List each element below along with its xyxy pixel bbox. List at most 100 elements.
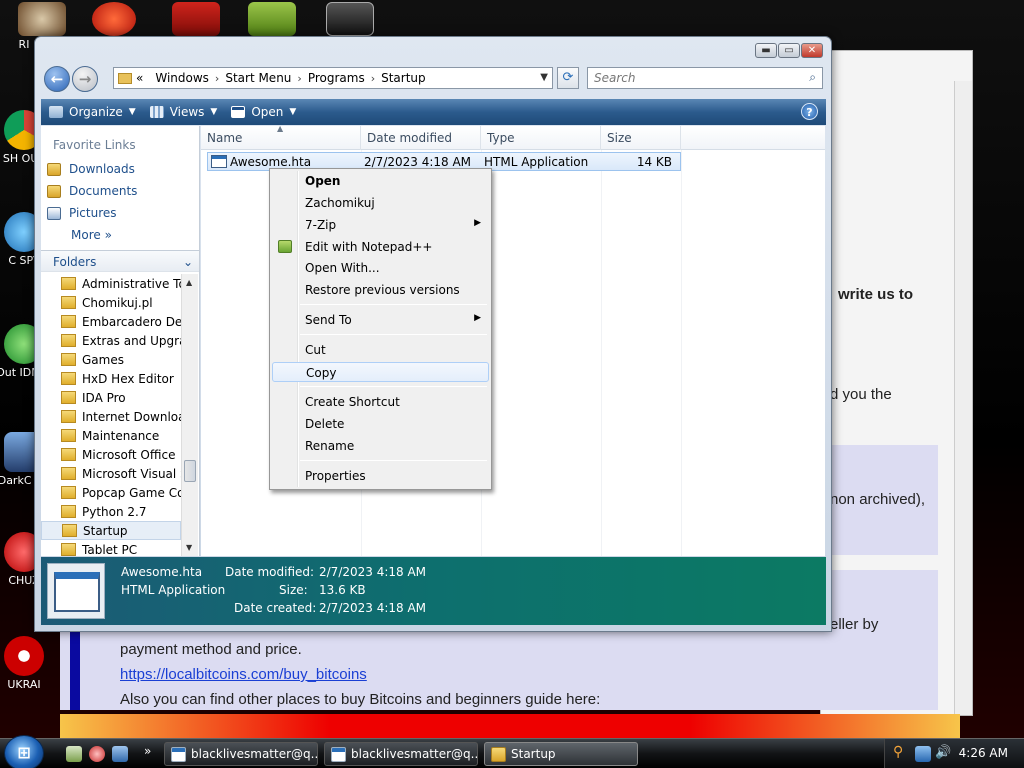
column-headers: ▲ Name Date modified Type Size	[201, 124, 825, 150]
minimize-button[interactable]: ▬	[755, 43, 777, 58]
tree-item-label: Python 2.7	[82, 504, 147, 519]
breadcrumb-item[interactable]: Start Menu	[225, 71, 291, 85]
forward-button[interactable]: →	[72, 66, 98, 92]
folder-tree-scrollbar[interactable]: ▲ ▼	[181, 274, 198, 556]
open-button[interactable]: Open ▼	[231, 105, 296, 119]
background-scrollbar[interactable]	[954, 81, 972, 715]
taskbar-task[interactable]: blacklivesmatter@q...	[164, 742, 318, 766]
menu-item-copy[interactable]: Copy	[272, 362, 489, 382]
tree-item[interactable]: HxD Hex Editor	[41, 369, 181, 388]
menu-item-label: Open	[305, 174, 341, 188]
favorite-link-label: Documents	[69, 184, 138, 198]
menu-item-open-with[interactable]: Open With...	[272, 258, 489, 278]
breadcrumb-separator: ›	[370, 71, 376, 85]
breadcrumb-item[interactable]: Programs	[308, 71, 365, 85]
details-size-label: Size:	[279, 583, 308, 597]
menu-item-zachomikuj[interactable]: Zachomikuj	[272, 193, 489, 213]
submenu-arrow-icon: ▶	[474, 313, 481, 323]
menu-item-delete[interactable]: Delete	[272, 414, 489, 434]
column-header-date[interactable]: Date modified	[361, 126, 481, 150]
tree-item[interactable]: IDA Pro	[41, 388, 181, 407]
favorite-link-pictures[interactable]: Pictures	[47, 206, 117, 220]
tree-item[interactable]: Microsoft Office	[41, 445, 181, 464]
search-input[interactable]: Search ⌕	[587, 67, 823, 89]
menu-item-open[interactable]: Open	[272, 171, 489, 191]
favorite-link-downloads[interactable]: Downloads	[47, 162, 135, 176]
tree-item[interactable]: Popcap Game Coll	[41, 483, 181, 502]
organize-button[interactable]: Organize ▼	[49, 105, 136, 119]
background-link[interactable]: https://localbitcoins.com/buy_bitcoins	[120, 666, 367, 683]
scroll-down-icon[interactable]: ▼	[186, 543, 192, 552]
menu-item-7zip[interactable]: 7-Zip ▶	[272, 215, 489, 235]
desktop-app-icon[interactable]	[92, 2, 136, 36]
tree-item[interactable]: Tablet PC	[41, 540, 181, 556]
scroll-thumb[interactable]	[184, 460, 196, 482]
tree-item-selected[interactable]: Startup	[41, 521, 181, 540]
menu-item-restore-versions[interactable]: Restore previous versions	[272, 280, 489, 300]
search-icon[interactable]: ⚲	[893, 744, 909, 760]
menu-item-edit-notepad[interactable]: Edit with Notepad++	[272, 237, 489, 257]
column-header-size[interactable]: Size	[601, 126, 681, 150]
desktop-app-icon[interactable]	[18, 2, 66, 36]
show-desktop-icon[interactable]	[112, 746, 128, 762]
background-text: write us to	[838, 286, 914, 303]
address-bar[interactable]: « Windows › Start Menu › Programs › Star…	[113, 67, 553, 89]
folders-header[interactable]: Folders ⌄	[41, 250, 199, 272]
scroll-up-icon[interactable]: ▲	[186, 278, 192, 287]
tree-item[interactable]: Administrative Too	[41, 274, 181, 293]
tree-item[interactable]: Chomikuj.pl	[41, 293, 181, 312]
tree-item[interactable]: Internet Download	[41, 407, 181, 426]
tree-item[interactable]: Extras and Upgrade	[41, 331, 181, 350]
close-button[interactable]: ✕	[801, 43, 823, 58]
desktop-app-icon[interactable]	[326, 2, 374, 36]
tree-item[interactable]: Games	[41, 350, 181, 369]
flash-icon[interactable]	[172, 2, 220, 36]
system-tray: ⚲ 🔊 4:26 AM	[884, 739, 1024, 768]
tree-item-label: Chomikuj.pl	[82, 295, 153, 310]
context-menu: Open Zachomikuj 7-Zip ▶ Edit with Notepad…	[269, 168, 492, 490]
desktop-shortcut[interactable]: UKRAI	[0, 636, 54, 691]
quick-launch-icon[interactable]	[89, 746, 105, 762]
column-header-name[interactable]: ▲ Name	[201, 124, 361, 150]
help-button[interactable]: ?	[801, 103, 818, 120]
breadcrumb-item[interactable]: Windows	[155, 71, 209, 85]
column-header-label: Name	[207, 131, 243, 145]
back-button[interactable]: ←	[44, 66, 70, 92]
network-icon[interactable]	[915, 746, 931, 762]
menu-item-properties[interactable]: Properties	[272, 466, 489, 486]
favorite-link-documents[interactable]: Documents	[47, 184, 137, 198]
hta-file-icon	[211, 155, 227, 168]
breadcrumb-item[interactable]: Startup	[381, 71, 426, 85]
chevron-down-icon[interactable]: ▼	[540, 72, 548, 83]
quick-launch-icon[interactable]	[66, 746, 82, 762]
menu-item-send-to[interactable]: Send To ▶	[272, 310, 489, 330]
taskbar-task[interactable]: blacklivesmatter@q...	[324, 742, 478, 766]
folder-tree: Administrative Too Chomikuj.pl Embarcade…	[41, 274, 181, 556]
volume-icon[interactable]: 🔊	[935, 745, 951, 761]
tree-item[interactable]: Python 2.7	[41, 502, 181, 521]
taskbar-task-active[interactable]: Startup	[484, 742, 638, 766]
tree-item[interactable]: Embarcadero Dev-	[41, 312, 181, 331]
folder-icon	[62, 524, 77, 537]
column-header-type[interactable]: Type	[481, 126, 601, 150]
start-button[interactable]: ⊞	[4, 735, 44, 768]
maximize-button[interactable]: ▭	[778, 43, 800, 58]
chevron-right-icon[interactable]: »	[144, 744, 151, 758]
folder-icon	[61, 448, 76, 461]
refresh-button[interactable]: ⟳	[557, 67, 579, 89]
menu-item-label: Delete	[305, 417, 345, 431]
more-link[interactable]: More »	[71, 228, 112, 242]
tree-item[interactable]: Maintenance	[41, 426, 181, 445]
menu-item-rename[interactable]: Rename	[272, 436, 489, 456]
tree-item[interactable]: Microsoft Visual St	[41, 464, 181, 483]
menu-item-cut[interactable]: Cut	[272, 340, 489, 360]
menu-separator	[300, 334, 487, 335]
clock[interactable]: 4:26 AM	[959, 746, 1008, 760]
menu-item-create-shortcut[interactable]: Create Shortcut	[272, 392, 489, 412]
breadcrumb-overflow[interactable]: «	[136, 71, 143, 85]
details-file-name: Awesome.hta	[121, 565, 203, 579]
file-name: Awesome.hta	[230, 154, 312, 169]
views-button[interactable]: Views ▼	[149, 105, 217, 119]
search-icon[interactable]: ⌕	[809, 70, 816, 85]
hxd-icon[interactable]	[248, 2, 296, 36]
